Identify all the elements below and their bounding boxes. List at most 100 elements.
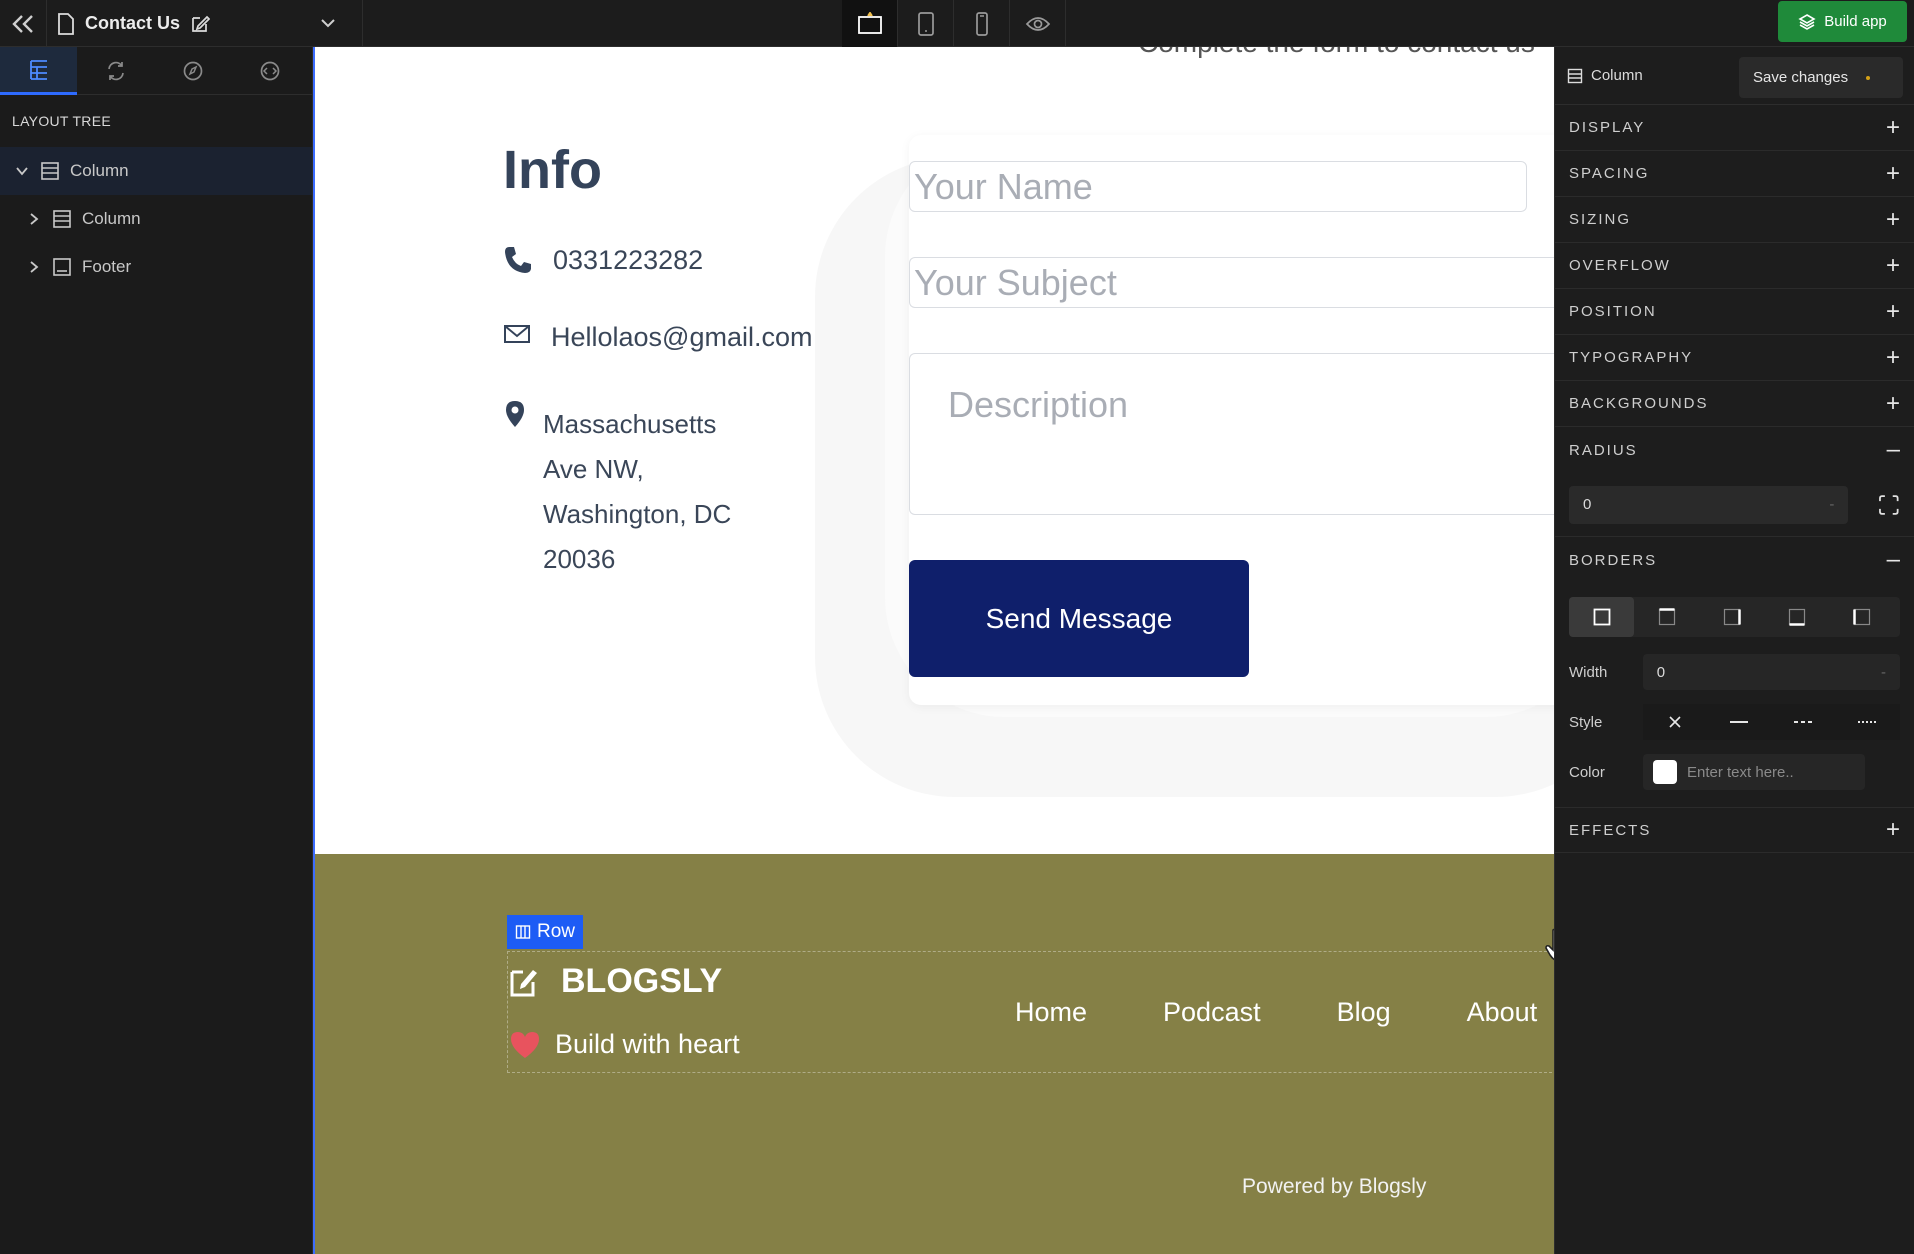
name-input[interactable]: Your Name bbox=[909, 161, 1527, 212]
edit-icon[interactable] bbox=[190, 14, 211, 34]
mobile-view-button[interactable] bbox=[954, 0, 1010, 47]
plus-icon[interactable]: + bbox=[1886, 344, 1900, 372]
section-backgrounds[interactable]: BACKGROUNDS + bbox=[1555, 381, 1914, 427]
tree-item-footer[interactable]: Footer bbox=[0, 243, 312, 291]
description-textarea[interactable]: Description bbox=[909, 353, 1554, 515]
tree-item-label: Column bbox=[82, 209, 141, 228]
radius-input[interactable]: 0 - bbox=[1569, 485, 1849, 524]
top-bar: Contact Us Build app bbox=[0, 0, 1914, 47]
subject-input[interactable]: Your Subject bbox=[909, 257, 1554, 308]
border-right-button[interactable] bbox=[1699, 597, 1764, 637]
tree-item-column-child[interactable]: Column bbox=[0, 195, 312, 243]
columns-icon bbox=[515, 925, 531, 939]
style-none-button[interactable] bbox=[1643, 704, 1707, 740]
border-style-selector bbox=[1642, 704, 1900, 740]
border-color-row: Color Enter text here.. bbox=[1555, 747, 1914, 797]
border-right-icon bbox=[1723, 608, 1741, 626]
nav-link-podcast[interactable]: Podcast bbox=[1163, 997, 1261, 1028]
plus-icon[interactable]: + bbox=[1886, 252, 1900, 280]
section-display[interactable]: DISPLAY + bbox=[1555, 105, 1914, 151]
border-top-button[interactable] bbox=[1634, 597, 1699, 637]
section-sizing[interactable]: SIZING + bbox=[1555, 197, 1914, 243]
section-radius[interactable]: RADIUS – bbox=[1555, 427, 1914, 473]
info-heading: Info bbox=[503, 140, 602, 200]
section-spacing[interactable]: SPACING + bbox=[1555, 151, 1914, 197]
plus-icon[interactable]: + bbox=[1886, 160, 1900, 188]
tagline-text: Build with heart bbox=[555, 1029, 740, 1059]
row-selection-tag[interactable]: Row bbox=[507, 915, 584, 949]
preview-button[interactable] bbox=[1010, 0, 1066, 47]
tree-item-column[interactable]: Column bbox=[0, 147, 312, 195]
tablet-view-button[interactable] bbox=[898, 0, 954, 47]
minus-icon[interactable]: – bbox=[1887, 546, 1900, 574]
section-label: OVERFLOW bbox=[1569, 257, 1671, 274]
build-app-button[interactable]: Build app bbox=[1778, 1, 1907, 42]
tree-item-label: Column bbox=[70, 161, 129, 180]
style-dotted-button[interactable] bbox=[1835, 704, 1899, 740]
collapse-button[interactable] bbox=[0, 0, 47, 47]
border-all-button[interactable] bbox=[1569, 597, 1634, 637]
unit-dash: - bbox=[1881, 663, 1886, 681]
hand-cursor-icon bbox=[1545, 928, 1554, 961]
send-message-button[interactable]: Send Message bbox=[909, 560, 1249, 677]
chevron-right-icon[interactable] bbox=[26, 211, 42, 227]
footer-tagline: Build with heart bbox=[509, 1029, 740, 1060]
border-all-icon bbox=[1593, 608, 1610, 626]
tab-data[interactable] bbox=[77, 47, 154, 95]
tab-layout-tree[interactable] bbox=[0, 47, 77, 95]
plus-icon[interactable]: + bbox=[1886, 816, 1900, 844]
plus-icon[interactable]: + bbox=[1886, 390, 1900, 418]
phone-icon bbox=[505, 247, 531, 273]
brand-name: BLOGSLY bbox=[561, 962, 723, 1000]
section-label: RADIUS bbox=[1569, 441, 1638, 459]
chevron-down-icon[interactable] bbox=[14, 163, 30, 179]
column-icon bbox=[53, 210, 71, 228]
section-typography[interactable]: TYPOGRAPHY + bbox=[1555, 335, 1914, 381]
tab-navigation[interactable] bbox=[154, 47, 231, 95]
border-left-button[interactable] bbox=[1829, 597, 1894, 637]
border-width-input[interactable]: 0 - bbox=[1642, 654, 1900, 690]
nav-link-about[interactable]: About bbox=[1467, 997, 1538, 1028]
divider bbox=[362, 0, 363, 47]
section-position[interactable]: POSITION + bbox=[1555, 289, 1914, 335]
nav-link-blog[interactable]: Blog bbox=[1337, 997, 1391, 1028]
column-icon bbox=[1567, 68, 1583, 83]
page-selector[interactable]: Contact Us bbox=[57, 0, 357, 47]
plus-icon[interactable]: + bbox=[1886, 298, 1900, 326]
radius-controls: 0 - bbox=[1555, 473, 1914, 537]
corner-radius-icon[interactable] bbox=[1878, 494, 1900, 516]
desktop-view-button[interactable] bbox=[842, 0, 898, 47]
unsaved-dot-icon bbox=[1866, 75, 1871, 80]
email-address: Hellolaos@gmail.com bbox=[551, 322, 813, 352]
properties-panel: Column Save changes DISPLAY + SPACING + SI… bbox=[1554, 47, 1914, 1254]
chevron-right-icon[interactable] bbox=[26, 259, 42, 275]
minus-icon[interactable]: – bbox=[1887, 436, 1900, 464]
chevron-down-icon[interactable] bbox=[319, 14, 337, 32]
section-label: TYPOGRAPHY bbox=[1569, 349, 1694, 366]
save-changes-button[interactable]: Save changes bbox=[1739, 57, 1903, 98]
footer-brand[interactable]: BLOGSLY bbox=[509, 962, 722, 1001]
border-color-input[interactable]: Enter text here.. bbox=[1643, 754, 1865, 790]
page-canvas[interactable]: Complete the form to contact us Info 033… bbox=[313, 47, 1554, 1254]
style-dashed-button[interactable] bbox=[1771, 704, 1835, 740]
section-label: SIZING bbox=[1569, 211, 1632, 228]
address-line: Ave NW, bbox=[543, 454, 644, 484]
section-borders[interactable]: BORDERS – bbox=[1555, 537, 1914, 583]
column-icon bbox=[41, 162, 59, 180]
section-label: EFFECTS bbox=[1569, 821, 1652, 839]
tab-code[interactable] bbox=[231, 47, 308, 95]
nav-link-home[interactable]: Home bbox=[1015, 997, 1087, 1028]
width-label: Width bbox=[1569, 663, 1608, 681]
plus-icon[interactable]: + bbox=[1886, 114, 1900, 142]
section-effects[interactable]: EFFECTS + bbox=[1555, 807, 1914, 853]
address-row bbox=[503, 399, 527, 429]
color-swatch[interactable] bbox=[1653, 760, 1677, 784]
section-label: DISPLAY bbox=[1569, 119, 1646, 136]
border-style-row: Style bbox=[1555, 697, 1914, 747]
style-solid-button[interactable] bbox=[1707, 704, 1771, 740]
section-overflow[interactable]: OVERFLOW + bbox=[1555, 243, 1914, 289]
border-bottom-icon bbox=[1788, 608, 1805, 626]
border-bottom-button[interactable] bbox=[1764, 597, 1829, 637]
page-icon bbox=[58, 12, 74, 35]
plus-icon[interactable]: + bbox=[1886, 206, 1900, 234]
